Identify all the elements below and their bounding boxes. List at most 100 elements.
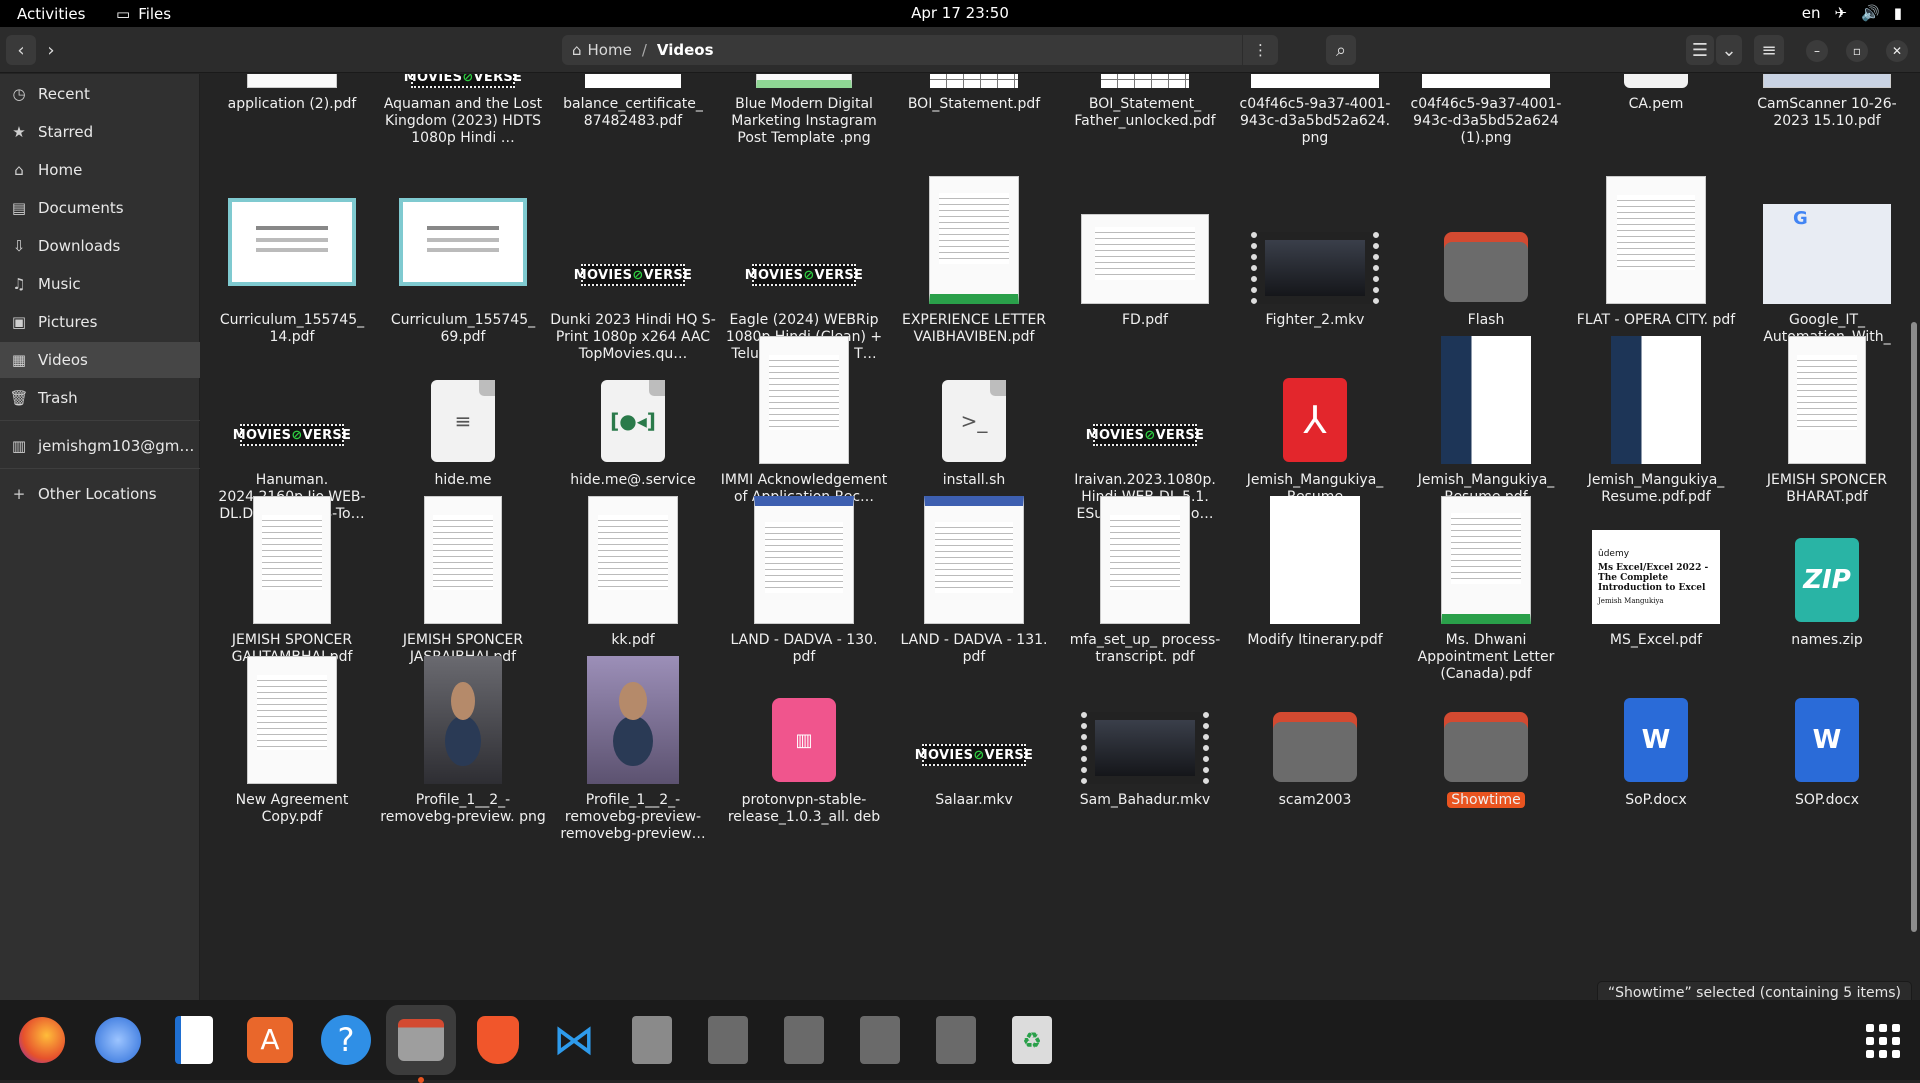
sidebar-item-home[interactable]: ⌂ Home [0,152,200,188]
pdf-thumbnail [929,176,1019,304]
scrollbar[interactable] [1911,322,1917,932]
sidebar-item-pictures[interactable]: ▣ Pictures [0,304,200,340]
script-file-icon: >_ [942,380,1006,462]
clock[interactable]: Apr 17 23:50 [911,4,1009,22]
pdf-thumbnail [424,496,502,624]
sidebar-divider [0,420,200,421]
sidebar: ◷ Recent ★ Starred ⌂ Home ▤ Documents ⇩ Downl… [0,74,200,1000]
sidebar-item-videos[interactable]: ▦ Videos [0,342,200,378]
disc-icon-2[interactable] [776,1012,832,1068]
top-bar: Activities ▭ Files Apr 17 23:50 en ✈ 🔊 ▮ [0,0,1920,27]
pdf-thumbnail [1763,74,1891,88]
video-thumbnail [1251,232,1379,304]
file-item[interactable]: scam2003 [1230,654,1400,850]
brave-icon[interactable] [470,1012,526,1068]
file-item-selected[interactable]: Showtime [1401,654,1571,850]
file-item[interactable]: Profile_1__2_- removebg-preview. png [378,654,548,850]
breadcrumb-separator: / [641,41,647,59]
search-button[interactable]: ⌕ [1326,35,1356,65]
home-icon: ⌂ [14,161,24,179]
activities-button[interactable]: Activities [17,5,85,23]
pdf-thumbnail [930,74,1018,88]
pdf-thumbnail [759,336,849,464]
movie-thumbnail: MOVIES ⊘ VERSE [404,74,522,88]
writer-icon[interactable] [166,1012,222,1068]
help-icon[interactable]: ? [318,1012,374,1068]
pdf-thumbnail [1101,74,1189,88]
path-menu-button[interactable]: ⋮ [1242,35,1278,65]
file-item[interactable]: W SoP.docx [1571,654,1741,850]
pdf-thumbnail [247,74,337,88]
back-button[interactable]: ‹ [6,35,36,65]
certificate-thumbnail [1251,74,1379,88]
list-view-button[interactable]: ☰ [1686,35,1714,65]
trash-icon: 🗑 [9,389,29,407]
breadcrumb-home[interactable]: ⌂ Home [572,41,632,59]
pdf-thumbnail [1270,496,1360,624]
search-icon: ⌕ [1335,39,1347,61]
folder-icon [1444,232,1528,302]
plus-icon: + [12,485,26,503]
movie-thumbnail: MOVIES ⊘ VERSE [1086,424,1204,446]
service-file-icon: [●◂] [601,380,665,462]
firefox-icon[interactable] [14,1012,70,1068]
document-icon: ▤ [11,199,27,217]
sidebar-item-music[interactable]: ♫ Music [0,266,200,302]
movie-thumbnail: MOVIES ⊘ VERSE [745,264,863,286]
close-button[interactable]: ✕ [1886,40,1908,62]
star-icon: ★ [12,123,26,141]
files-app-icon: ▭ [116,5,131,23]
sidebar-item-drive[interactable]: ▥ jemishgm103@gm… [0,428,200,464]
text-file-icon: ≡ [1624,74,1688,88]
app-menu[interactable]: ▭ Files [116,5,171,23]
clock-icon: ◷ [12,85,26,103]
sidebar-item-trash[interactable]: 🗑 Trash [0,380,200,416]
breadcrumb-current[interactable]: Videos [657,41,714,59]
path-bar[interactable]: ⌂ Home / Videos ⋮ [562,35,1278,65]
sidebar-item-other-locations[interactable]: + Other Locations [0,476,200,512]
pdf-thumbnail [1606,176,1706,304]
minimize-button[interactable]: – [1806,40,1828,62]
file-item[interactable]: W SOP.docx [1742,654,1912,850]
disc-icon-3[interactable] [852,1012,908,1068]
forward-button[interactable]: › [36,35,66,65]
video-icon: ▦ [11,351,27,369]
pdf-thumbnail [1081,214,1209,304]
pdf-thumbnail [588,496,678,624]
app-center-icon[interactable]: A [242,1012,298,1068]
vscode-icon[interactable]: ⋈ [546,1012,602,1068]
sidebar-item-recent[interactable]: ◷ Recent [0,76,200,112]
resume-thumbnail [1611,336,1701,464]
thunderbird-icon[interactable] [90,1012,146,1068]
view-options-button[interactable]: ⌄ [1716,35,1742,65]
certificate-thumbnail [228,198,356,286]
show-apps-icon[interactable] [1866,1024,1900,1058]
files-icon[interactable] [386,1005,456,1083]
home-icon: ⌂ [572,41,582,59]
folder-icon [1444,712,1528,782]
file-item[interactable]: ▥ protonvpn-stable- release_1.0.3_all. d… [719,654,889,850]
file-item[interactable]: New Agreement Copy.pdf [207,654,377,850]
file-item[interactable]: MOVIES ⊘ VERSE Salaar.mkv [889,654,1059,850]
app-name: Files [138,5,172,23]
disc-icon-1[interactable] [700,1012,756,1068]
sidebar-item-starred[interactable]: ★ Starred [0,114,200,150]
picture-icon: ▣ [11,313,27,331]
file-item[interactable]: Sam_Bahadur.mkv [1060,654,1230,850]
sidebar-item-documents[interactable]: ▤ Documents [0,190,200,226]
system-tray[interactable]: en ✈ 🔊 ▮ [1802,4,1902,22]
disc-icon-4[interactable] [928,1012,984,1068]
text-editor-icon[interactable] [624,1012,680,1068]
sidebar-item-downloads[interactable]: ⇩ Downloads [0,228,200,264]
folder-icon [1273,712,1357,782]
input-source[interactable]: en [1802,4,1821,22]
certificate-thumbnail [399,198,527,286]
word-document-icon: W [1624,698,1688,782]
image-thumbnail [587,656,679,784]
main-menu-button[interactable]: ≡ [1754,35,1784,65]
trash-recycle-icon[interactable]: ♻ [1004,1012,1060,1068]
file-item[interactable]: Profile_1__2_- removebg-preview- removeb… [548,654,718,850]
pdf-thumbnail [247,656,337,784]
maximize-button[interactable]: ▫ [1846,40,1868,62]
movie-thumbnail: MOVIES ⊘ VERSE [233,424,351,446]
